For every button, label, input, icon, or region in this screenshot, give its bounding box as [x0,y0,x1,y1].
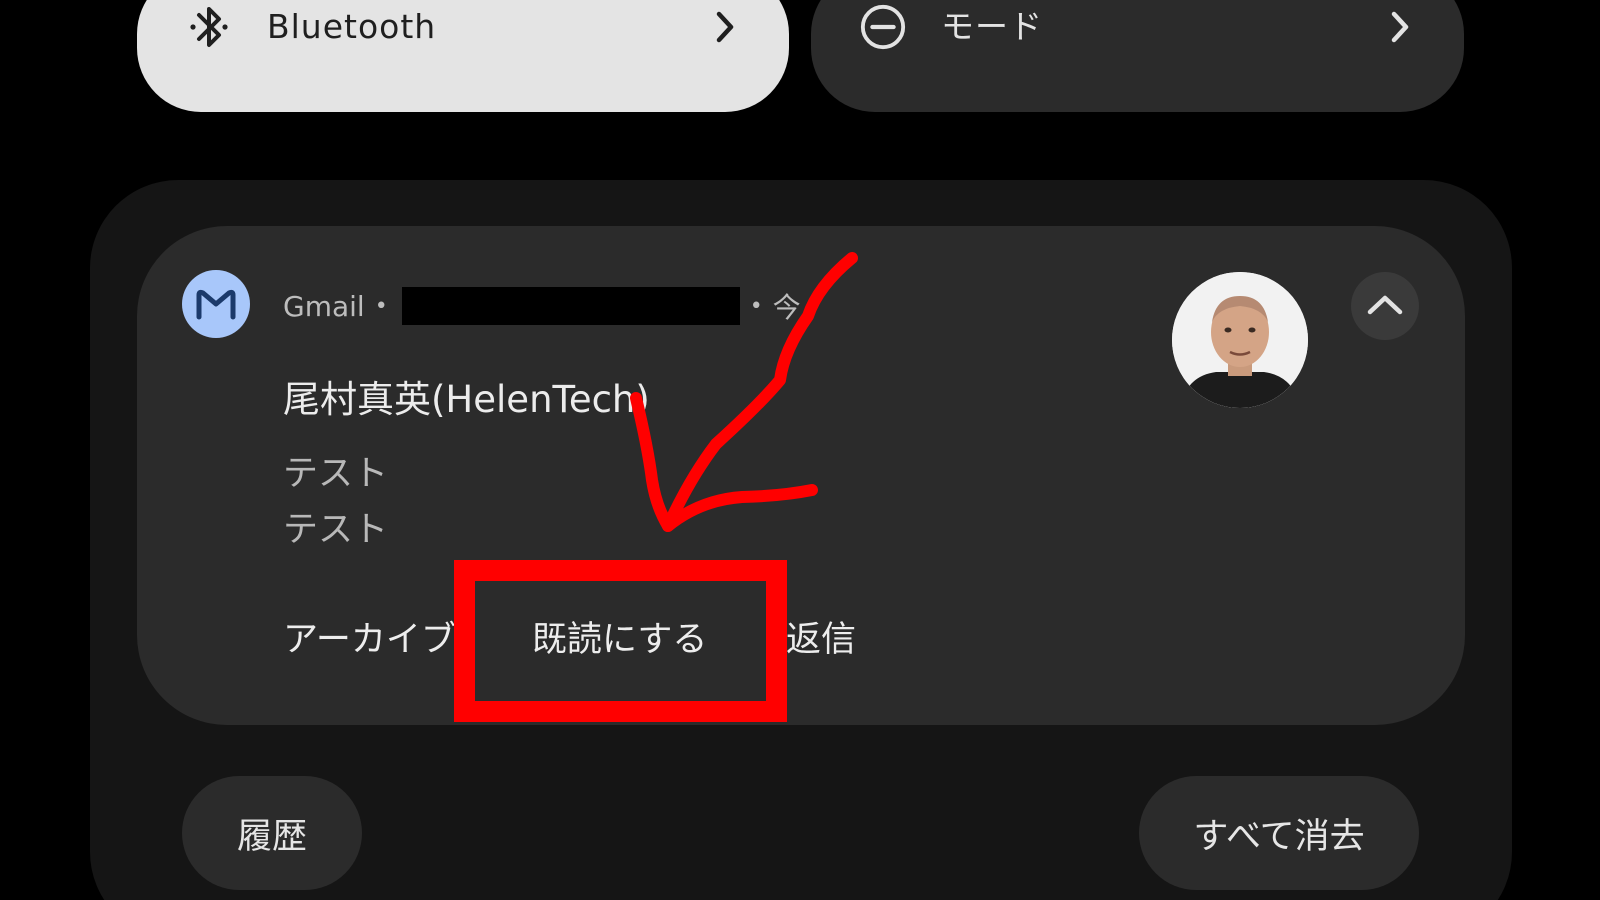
notification-time: 今 [772,291,801,324]
gmail-icon [182,270,250,338]
notification-header: Gmail • • 今 [283,286,801,326]
mode-label: モード [941,7,1043,46]
sender-avatar [1172,272,1308,408]
mode-tile[interactable]: モード [811,0,1464,112]
chevron-right-icon[interactable] [709,0,741,54]
app-name: Gmail [283,289,365,323]
message-line: テスト [283,510,389,550]
redacted-account [401,287,740,325]
reply-action[interactable]: 返信 [786,615,856,665]
do-not-disturb-icon [859,0,907,54]
chevron-up-icon [1365,292,1405,320]
collapse-button[interactable] [1351,272,1419,340]
bluetooth-icon [185,0,233,54]
annotation-highlight-box [454,560,787,722]
chevron-right-icon[interactable] [1384,0,1416,54]
history-button[interactable]: 履歴 [182,776,362,890]
separator: • [749,293,763,319]
screen: Bluetooth モード Gmail • • 今 尾村真英(HelenTech… [0,0,1600,900]
sender-name: 尾村真英(HelenTech) [283,378,650,421]
bluetooth-label: Bluetooth [267,7,437,46]
separator: • [374,293,388,319]
archive-action[interactable]: アーカイブ [283,615,456,665]
clear-all-button[interactable]: すべて消去 [1139,776,1419,890]
message-line: テスト [283,454,389,494]
bluetooth-tile[interactable]: Bluetooth [137,0,789,112]
